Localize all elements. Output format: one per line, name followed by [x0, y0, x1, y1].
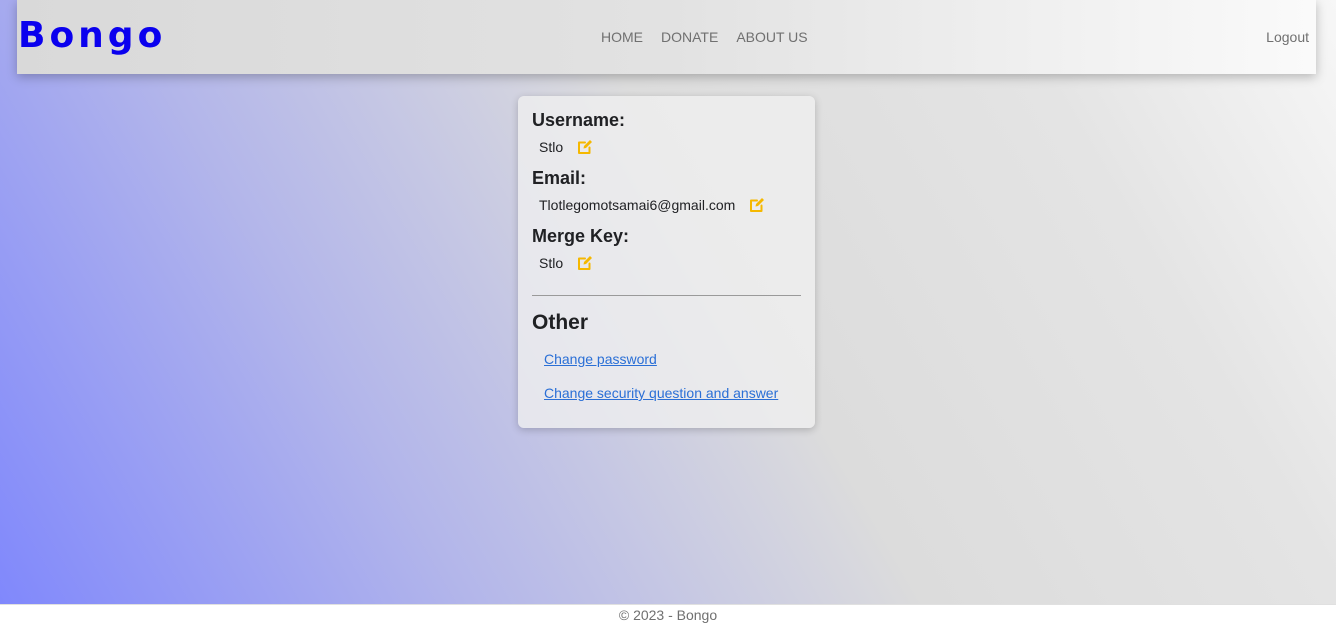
merge-key-value: Stlo: [539, 255, 564, 271]
nav-links: HOME DONATE ABOUT US: [601, 28, 808, 46]
username-value: Stlo: [539, 139, 564, 155]
logout-link[interactable]: Logout: [1266, 28, 1309, 46]
merge-key-row: Stlo: [539, 253, 801, 273]
section-divider: [532, 295, 801, 296]
profile-card: Username: Stlo Email: Tlotlegomotsamai6@…: [518, 96, 815, 428]
username-row: Stlo: [539, 137, 801, 157]
change-password-link[interactable]: Change password: [544, 350, 801, 368]
nav-about-us-link[interactable]: ABOUT US: [736, 28, 807, 46]
nav-home-link[interactable]: HOME: [601, 28, 643, 46]
email-label: Email:: [532, 168, 587, 188]
edit-email-icon[interactable]: [749, 197, 765, 213]
change-security-question-link[interactable]: Change security question and answer: [544, 384, 801, 402]
edit-merge-key-icon[interactable]: [577, 255, 593, 271]
email-row: Tlotlegomotsamai6@gmail.com: [539, 195, 801, 215]
top-navbar: Bongo HOME DONATE ABOUT US Logout: [17, 0, 1316, 74]
nav-donate-link[interactable]: DONATE: [661, 28, 718, 46]
footer-text: © 2023 - Bongo: [618, 607, 718, 623]
other-section-title: Other: [532, 311, 589, 334]
merge-key-label: Merge Key:: [532, 226, 630, 246]
edit-username-icon[interactable]: [577, 139, 593, 155]
username-label: Username:: [532, 110, 626, 130]
footer: © 2023 - Bongo: [0, 604, 1336, 625]
email-value: Tlotlegomotsamai6@gmail.com: [539, 197, 736, 213]
brand-logo[interactable]: Bongo: [18, 16, 166, 56]
